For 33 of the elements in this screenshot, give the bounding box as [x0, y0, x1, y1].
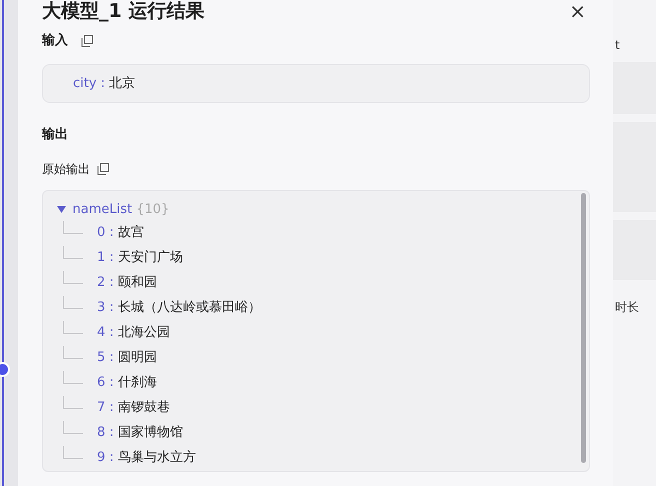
tree-item-text: 9 : 鸟巢与水立方 — [97, 449, 196, 468]
tree-item-text: 7 : 南锣鼓巷 — [97, 399, 170, 418]
subsection-label: 原始输出 — [42, 160, 90, 178]
tree-line — [63, 270, 83, 284]
tree-item-text: 0 : 故宫 — [97, 224, 144, 242]
copy-icon[interactable] — [96, 162, 108, 174]
tree-item-text: 8 : 国家博物馆 — [97, 424, 183, 442]
section-label: 输入 — [42, 32, 68, 50]
tree-item-text: 3 : 长城（八达岭或慕田峪） — [97, 299, 261, 318]
field-text: city : 北京 — [73, 74, 136, 92]
tree-line — [63, 370, 83, 384]
background-text: 时长 — [614, 299, 640, 316]
section-label: 输出 — [42, 126, 69, 144]
tree-line — [63, 296, 83, 308]
tree-item-text: 1 : 天安门广场 — [97, 249, 183, 268]
scrollbar[interactable] — [581, 192, 586, 462]
tree-line — [63, 420, 83, 434]
copy-icon[interactable] — [81, 34, 93, 47]
tree-line — [63, 220, 83, 234]
tree-line — [63, 396, 83, 408]
tree-node-label[interactable]: nameList {10} — [72, 200, 170, 220]
tree-item-text: 6 : 什刹海 — [97, 374, 157, 392]
tree-line — [63, 446, 83, 458]
tree-line — [63, 320, 83, 334]
tree-line — [63, 346, 83, 358]
caret-icon[interactable] — [57, 206, 66, 213]
tree-line — [63, 246, 83, 258]
tree-item-text: 4 : 北海公园 — [97, 324, 170, 342]
tree-item-text: 5 : 圆明园 — [97, 349, 157, 368]
dialog-title: 大模型_1 运行结果 — [42, 0, 204, 22]
tree-item-text: 2 : 颐和园 — [97, 274, 157, 292]
close-button[interactable]: × — [565, 1, 590, 21]
background-text: t — [614, 37, 621, 54]
